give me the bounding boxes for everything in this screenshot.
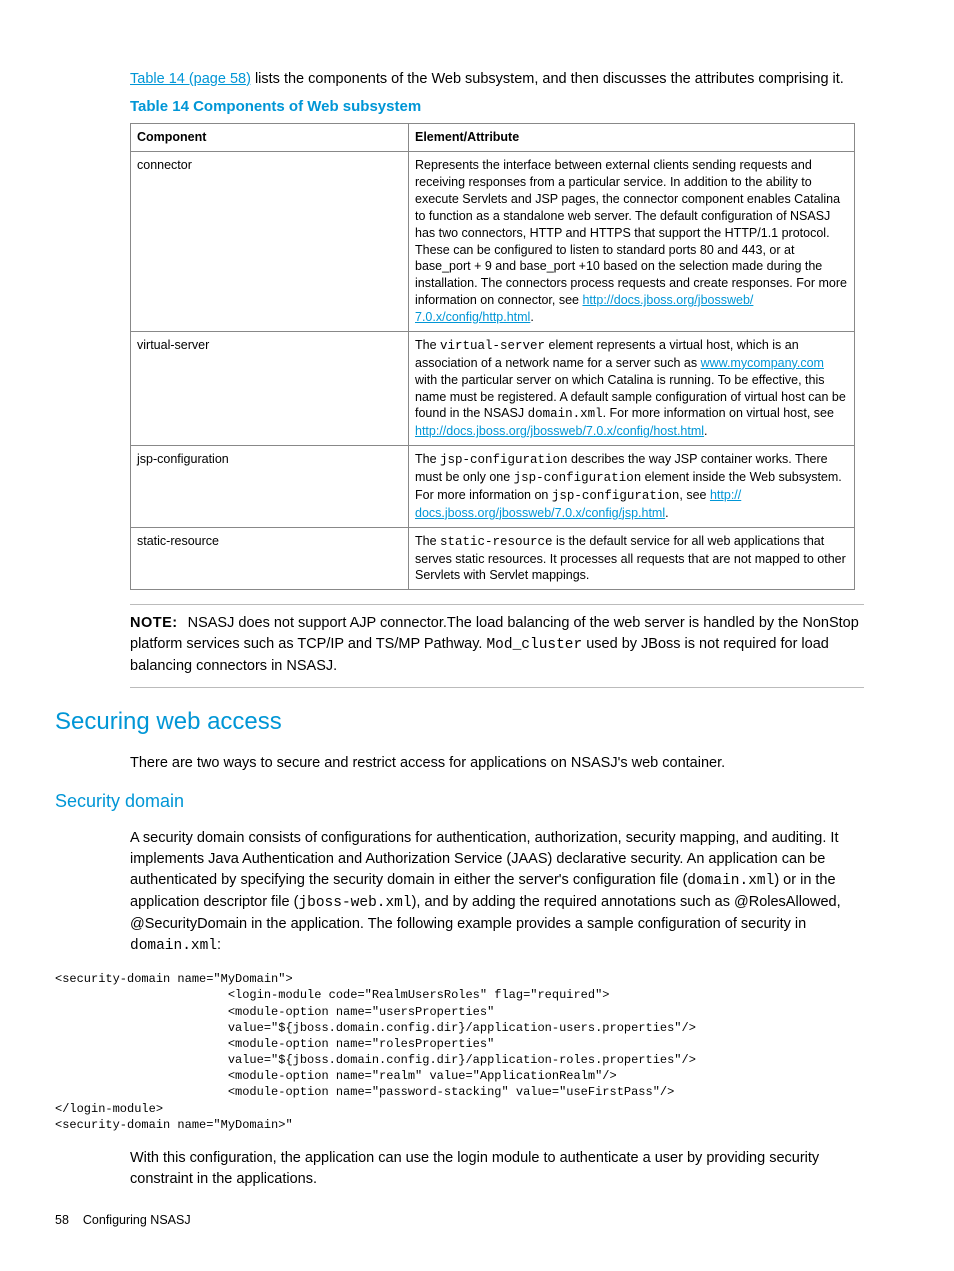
securing-intro: There are two ways to secure and restric… — [130, 753, 864, 774]
inline-code: jsp-configuration — [552, 489, 680, 503]
inline-code: domain.xml — [687, 873, 774, 889]
mycompany-link[interactable]: www.mycompany.com — [701, 356, 824, 370]
cell-component: jsp-configuration — [131, 446, 409, 528]
cell-desc: The static-resource is the default servi… — [409, 527, 855, 590]
components-table: Component Element/Attribute connector Re… — [130, 123, 855, 590]
text: , see — [679, 488, 710, 502]
inline-code: Mod_cluster — [486, 637, 582, 653]
connector-link-1[interactable]: http://docs.jboss.org/jbossweb/ — [582, 293, 753, 307]
text: . — [704, 424, 707, 438]
security-domain-paragraph: A security domain consists of configurat… — [130, 828, 864, 957]
text: Represents the interface between externa… — [415, 158, 847, 307]
text: . — [530, 310, 533, 324]
table-row: jsp-configuration The jsp-configuration … — [131, 446, 855, 528]
cell-desc: Represents the interface between externa… — [409, 152, 855, 332]
inline-code: domain.xml — [130, 938, 217, 954]
text: . For more information on virtual host, … — [603, 406, 834, 420]
table-row: virtual-server The virtual-server elemen… — [131, 331, 855, 445]
host-link[interactable]: http://docs.jboss.org/jbossweb/7.0.x/con… — [415, 424, 704, 438]
inline-code: jsp-configuration — [440, 453, 568, 467]
table-row: static-resource The static-resource is t… — [131, 527, 855, 590]
table-ref-link[interactable]: Table 14 (page 58) — [130, 71, 251, 87]
table-header-row: Component Element/Attribute — [131, 124, 855, 152]
intro-text: lists the components of the Web subsyste… — [251, 71, 844, 87]
jsp-link-2[interactable]: docs.jboss.org/jbossweb/7.0.x/config/jsp… — [415, 506, 665, 520]
connector-link-2[interactable]: 7.0.x/config/http.html — [415, 310, 530, 324]
cell-component: static-resource — [131, 527, 409, 590]
page-footer: 58 Configuring NSASJ — [55, 1212, 191, 1229]
code-block: <security-domain name="MyDomain"> <login… — [55, 971, 864, 1133]
cell-component: connector — [131, 152, 409, 332]
inline-code: domain.xml — [528, 407, 603, 421]
inline-code: jboss-web.xml — [298, 895, 411, 911]
inline-code: static-resource — [440, 535, 553, 549]
after-config-paragraph: With this configuration, the application… — [130, 1148, 864, 1190]
heading-security-domain: Security domain — [55, 789, 864, 813]
inline-code: virtual-server — [440, 339, 545, 353]
heading-securing-web-access: Securing web access — [55, 706, 864, 738]
text: The — [415, 452, 440, 466]
table-caption: Table 14 Components of Web subsystem — [130, 97, 864, 117]
footer-title: Configuring NSASJ — [83, 1213, 191, 1227]
note-label: NOTE: — [130, 615, 178, 631]
text: The — [415, 338, 440, 352]
note-block: NOTE:NSASJ does not support AJP connecto… — [130, 604, 864, 688]
table-row: connector Represents the interface betwe… — [131, 152, 855, 332]
inline-code: jsp-configuration — [514, 471, 642, 485]
page-number: 58 — [55, 1213, 69, 1227]
jsp-link-1[interactable]: http:// — [710, 488, 741, 502]
intro-paragraph: Table 14 (page 58) lists the components … — [130, 70, 864, 90]
text: The — [415, 534, 440, 548]
cell-desc: The virtual-server element represents a … — [409, 331, 855, 445]
cell-desc: The jsp-configuration describes the way … — [409, 446, 855, 528]
text: . — [665, 506, 668, 520]
th-element: Element/Attribute — [409, 124, 855, 152]
cell-component: virtual-server — [131, 331, 409, 445]
th-component: Component — [131, 124, 409, 152]
text: : — [217, 937, 221, 953]
